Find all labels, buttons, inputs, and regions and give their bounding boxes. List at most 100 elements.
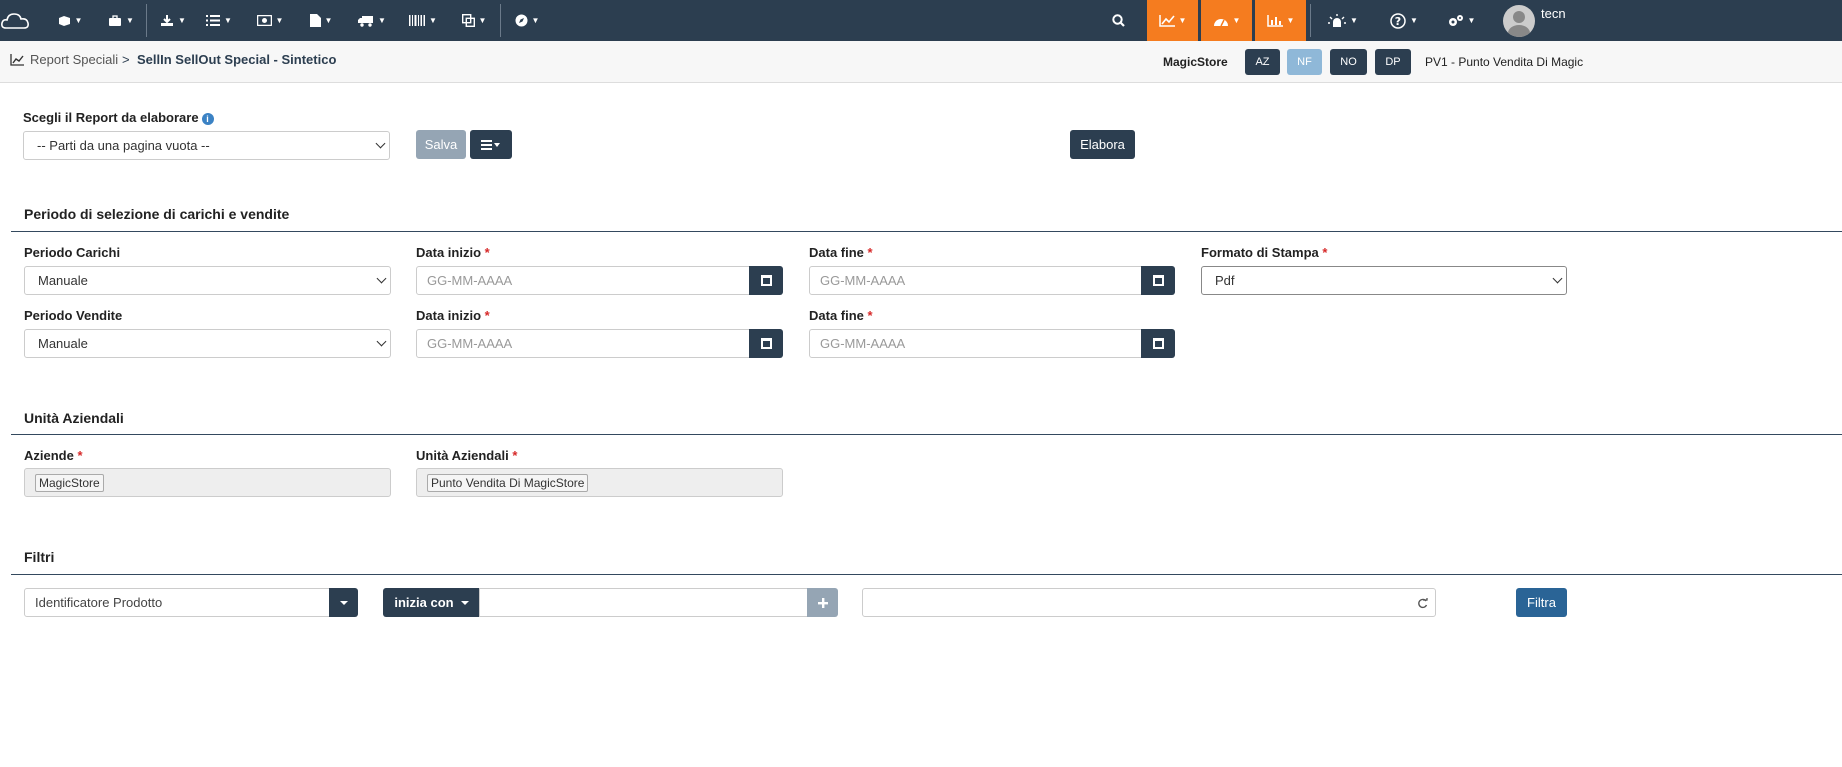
filter-field-dropdown-button[interactable] (329, 588, 358, 617)
bars-icon (481, 139, 500, 150)
elabora-button[interactable]: Elabora (1070, 130, 1135, 159)
carichi-data-inizio-label: Data inizio * (416, 245, 490, 260)
add-filter-button[interactable] (807, 588, 838, 617)
report-label-text: Scegli il Report da elaborare (23, 110, 199, 125)
refresh-icon[interactable] (1417, 596, 1428, 612)
required-mark: * (77, 448, 83, 463)
pill-no[interactable]: NO (1330, 49, 1367, 75)
carichi-data-inizio-input[interactable]: GG-MM-AAAA (416, 266, 750, 295)
pill-az[interactable]: AZ (1245, 49, 1280, 75)
menu-dropdown-button[interactable] (470, 130, 512, 159)
filter-operator-label: inizia con (394, 595, 454, 610)
required-mark: * (484, 308, 490, 323)
vendite-data-inizio-label: Data inizio * (416, 308, 490, 323)
info-icon[interactable]: i (201, 112, 214, 125)
user-name[interactable]: tecn (1541, 6, 1566, 21)
section-title-filtri: Filtri (24, 549, 55, 565)
section-title-periodo: Periodo di selezione di carichi e vendit… (24, 206, 290, 222)
periodo-vendite-select[interactable]: Manuale (24, 329, 391, 358)
calendar-icon (760, 275, 772, 286)
required-mark: * (867, 308, 873, 323)
section-title-unita: Unità Aziendali (24, 410, 124, 426)
unita-aziendali-label: Unità Aziendali * (416, 448, 517, 463)
download-icon[interactable]: ▼ (157, 0, 189, 41)
carichi-data-inizio-calendar-button[interactable] (749, 266, 783, 295)
list-icon[interactable]: ▼ (203, 0, 235, 41)
aziende-tag[interactable]: MagicStore (35, 474, 104, 492)
vendite-data-inizio-text: Data inizio (416, 308, 482, 323)
barcode-icon[interactable]: ▼ (407, 0, 439, 41)
report-select[interactable]: -- Parti da una pagina vuota -- (23, 131, 390, 160)
filter-field-select[interactable]: Identificatore Prodotto (24, 588, 330, 617)
file-icon[interactable]: ▼ (305, 0, 337, 41)
required-mark: * (484, 245, 490, 260)
section-divider (11, 434, 1842, 435)
vendite-data-fine-text: Data fine (809, 308, 864, 323)
line-chart-icon[interactable]: ▼ (1147, 0, 1198, 41)
compass-icon[interactable]: ▼ (511, 0, 543, 41)
chevron-down-icon (375, 138, 386, 149)
caret-down-icon (339, 600, 348, 605)
briefcase-icon[interactable]: ▼ (105, 0, 137, 41)
required-mark: * (1322, 245, 1328, 260)
copy-icon[interactable]: ▼ (458, 0, 490, 41)
truck-icon[interactable]: ▼ (356, 0, 388, 41)
chevron-down-icon (376, 273, 387, 284)
aziende-label: Aziende * (24, 448, 83, 463)
vendite-data-fine-label: Data fine * (809, 308, 873, 323)
unita-tag[interactable]: Punto Vendita Di MagicStore (427, 474, 589, 492)
nav-divider (146, 4, 147, 37)
section-divider (11, 574, 1842, 575)
aziende-text: Aziende (24, 448, 74, 463)
aziende-multiselect[interactable]: MagicStore (24, 468, 391, 497)
carichi-data-fine-input[interactable]: GG-MM-AAAA (809, 266, 1142, 295)
vendite-data-inizio-calendar-button[interactable] (749, 329, 783, 358)
calendar-icon (760, 338, 772, 349)
nav-divider (1310, 4, 1311, 37)
carichi-data-fine-calendar-button[interactable] (1141, 266, 1175, 295)
breadcrumb-parent[interactable]: Report Speciali (30, 52, 118, 67)
line-chart-icon (10, 53, 24, 69)
box-icon[interactable]: ▼ (54, 0, 86, 41)
carichi-data-inizio-text: Data inizio (416, 245, 482, 260)
help-icon[interactable]: ? ▼ (1386, 0, 1422, 41)
money-icon[interactable]: ▼ (254, 0, 286, 41)
filter-list-input[interactable] (862, 588, 1436, 617)
bar-chart-icon[interactable]: ▼ (1255, 0, 1306, 41)
vendite-data-fine-input[interactable]: GG-MM-AAAA (809, 329, 1142, 358)
calendar-icon (1152, 275, 1164, 286)
periodo-carichi-value: Manuale (38, 273, 88, 288)
formato-stampa-text: Formato di Stampa (1201, 245, 1319, 260)
filter-operator-button[interactable]: inizia con (383, 588, 480, 617)
section-divider (11, 231, 1842, 232)
pill-nf[interactable]: NF (1287, 49, 1322, 75)
periodo-carichi-select[interactable]: Manuale (24, 266, 391, 295)
formato-stampa-value: Pdf (1215, 273, 1235, 288)
point-of-sale[interactable]: PV1 - Punto Vendita Di Magic (1425, 55, 1583, 69)
carichi-data-fine-text: Data fine (809, 245, 864, 260)
filtra-button[interactable]: Filtra (1516, 588, 1567, 617)
save-button[interactable]: Salva (416, 130, 466, 159)
formato-stampa-select[interactable]: Pdf (1201, 266, 1567, 295)
unita-multiselect[interactable]: Punto Vendita Di MagicStore (416, 468, 783, 497)
periodo-carichi-label: Periodo Carichi (24, 245, 121, 260)
periodo-vendite-label: Periodo Vendite (24, 308, 123, 323)
breadcrumb-current: SellIn SellOut Special - Sintetico (137, 52, 337, 67)
pill-dp[interactable]: DP (1375, 49, 1411, 75)
vendite-data-fine-calendar-button[interactable] (1141, 329, 1175, 358)
periodo-vendite-value: Manuale (38, 336, 88, 351)
alarm-light-icon[interactable]: ▼ (1323, 0, 1363, 41)
vendite-data-inizio-input[interactable]: GG-MM-AAAA (416, 329, 750, 358)
settings-icon[interactable]: ▼ (1441, 0, 1481, 41)
cloud-logo[interactable] (0, 0, 32, 41)
breadcrumb-separator: > (122, 52, 130, 67)
formato-stampa-label: Formato di Stampa * (1201, 245, 1327, 260)
search-icon[interactable] (1104, 0, 1132, 41)
filter-value-input[interactable] (479, 588, 808, 617)
user-avatar[interactable] (1503, 5, 1535, 37)
nav-divider (500, 4, 501, 37)
carichi-data-fine-label: Data fine * (809, 245, 873, 260)
chevron-down-icon (1552, 273, 1563, 284)
dashboard-icon[interactable]: ▼ (1201, 0, 1252, 41)
calendar-icon (1152, 338, 1164, 349)
